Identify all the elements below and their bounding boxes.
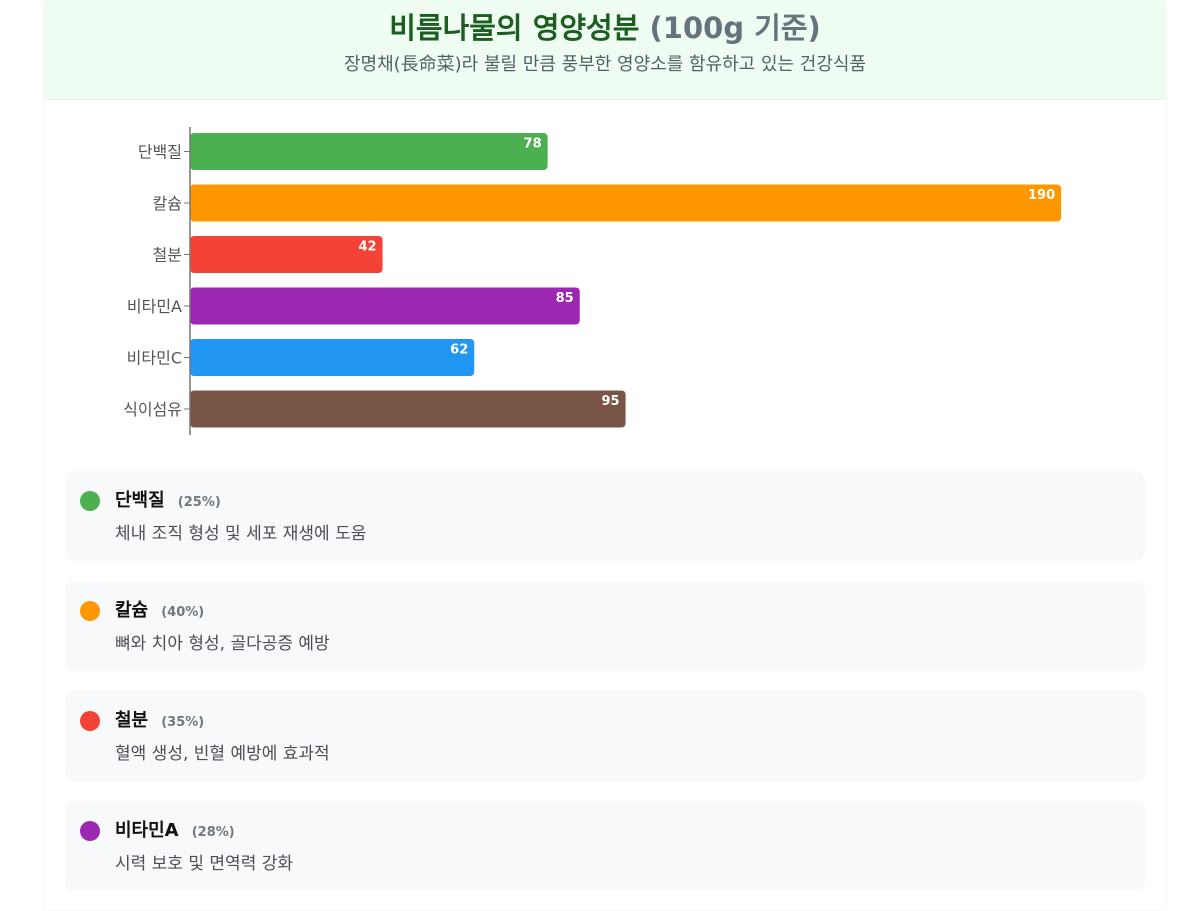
- page-title: 비름나물의 영양성분 (100g 기준): [45, 8, 1165, 48]
- nutrient-percent: (40%): [161, 605, 205, 620]
- color-dot-icon: [80, 821, 100, 841]
- data-label-2: 42: [358, 240, 376, 255]
- data-label-5: 95: [601, 394, 619, 409]
- subtitle: 장명채(長命菜)라 불릴 만큼 풍부한 영양소를 함유하고 있는 건강식품: [343, 54, 867, 75]
- color-dot-icon: [80, 711, 100, 731]
- tick-label-1: 칼슘: [153, 194, 182, 213]
- title-unit: (100g 기준): [649, 11, 821, 45]
- bar-3: [190, 287, 580, 325]
- nutrient-desc: 체내 조직 형성 및 세포 재생에 도움: [115, 524, 367, 544]
- nutrient-name: 칼슘: [115, 600, 149, 621]
- nutrient-percent: (28%): [191, 825, 235, 840]
- nutrient-percent: (35%): [161, 715, 205, 730]
- nutrient-name: 비타민A: [115, 820, 179, 841]
- color-dot-icon: [80, 491, 100, 511]
- bar-1: [190, 184, 1062, 222]
- nutrient-name: 철분: [115, 710, 149, 731]
- nutrient-card-calcium: 칼슘 (40%) 뼈와 치아 형성, 골다공증 예방: [65, 581, 1145, 671]
- tick-label-2: 철분: [153, 246, 182, 265]
- nutrient-card-protein: 단백질 (25%) 체내 조직 형성 및 세포 재생에 도움: [65, 471, 1145, 561]
- nutrient-name: 단백질: [115, 490, 165, 511]
- nutrient-cards: 단백질 (25%) 체내 조직 형성 및 세포 재생에 도움 칼슘 (40%) …: [65, 471, 1145, 911]
- color-dot-icon: [80, 601, 100, 621]
- bar-4: [190, 339, 475, 376]
- nutrient-card-vitamin-a: 비타민A (28%) 시력 보호 및 면역력 강화: [65, 801, 1145, 891]
- tick-label-5: 식이섬유: [123, 400, 182, 419]
- header: 비름나물의 영양성분 (100g 기준) 장명채(長命菜)라 불릴 만큼 풍부한…: [45, 0, 1165, 100]
- bar-5: [190, 390, 626, 428]
- nutrient-desc: 뼈와 치아 형성, 골다공증 예방: [115, 634, 330, 654]
- data-label-3: 85: [556, 291, 574, 306]
- bar-0: [190, 133, 548, 170]
- data-label-4: 62: [450, 343, 468, 358]
- nutrient-bar-chart: 78 단백질 190 칼슘 42 철분 85 비타민A 62 비타민C 95 식이섬유: [45, 115, 1165, 445]
- title-main: 비름나물의 영양성분: [389, 11, 640, 45]
- nutrient-percent: (25%): [177, 495, 221, 510]
- tick-label-4: 비타민C: [127, 349, 182, 368]
- page: 비름나물의 영양성분 (100g 기준) 장명채(長命菜)라 불릴 만큼 풍부한…: [45, 0, 1165, 910]
- data-label-0: 78: [524, 137, 542, 152]
- tick-label-3: 비타민A: [127, 297, 182, 316]
- chart-svg: 78 단백질 190 칼슘 42 철분 85 비타민A 62 비타민C 95 식이섬유: [123, 127, 1062, 435]
- nutrient-desc: 시력 보호 및 면역력 강화: [115, 854, 294, 874]
- data-label-1: 190: [1028, 188, 1055, 203]
- nutrient-desc: 혈액 생성, 빈혈 예방에 효과적: [115, 744, 330, 764]
- bar-2: [190, 236, 383, 273]
- nutrient-card-iron: 철분 (35%) 혈액 생성, 빈혈 예방에 효과적: [65, 691, 1145, 781]
- tick-label-0: 단백질: [138, 143, 182, 162]
